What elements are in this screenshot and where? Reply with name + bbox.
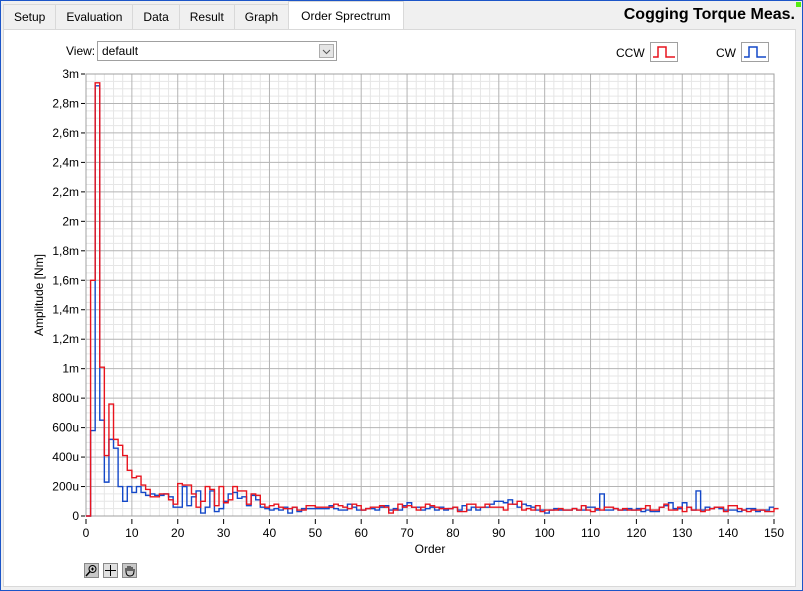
grid-minor: [86, 74, 774, 516]
y-tick-label: 2,2m: [52, 185, 79, 199]
zoom-icon: [85, 565, 97, 577]
y-tick-label: 1,2m: [52, 332, 79, 346]
y-tick-label: 2,6m: [52, 126, 79, 140]
tab-order-spectrum[interactable]: Order Sprectrum: [288, 1, 404, 29]
x-tick-label: 70: [400, 526, 414, 540]
x-axis: 0 10 20 30 40 50 60 70 80 90 100 110 120 130 140 150: [83, 519, 784, 540]
hand-icon: [125, 566, 135, 577]
x-tick-label: 50: [309, 526, 323, 540]
y-tick-label: 2,8m: [52, 96, 79, 110]
zoom-tool-button[interactable]: [84, 563, 99, 578]
crosshair-icon: [105, 565, 116, 576]
x-tick-label: 40: [263, 526, 277, 540]
y-tick-label: 1,4m: [52, 303, 79, 317]
y-tick-label: 1,8m: [52, 244, 79, 258]
x-tick-label: 0: [83, 526, 90, 540]
x-axis-label: Order: [415, 542, 446, 556]
series-cw-line: [86, 85, 774, 517]
x-tick-label: 20: [171, 526, 185, 540]
x-tick-label: 140: [718, 526, 738, 540]
x-tick-label: 100: [535, 526, 555, 540]
y-axis-label: Amplitude [Nm]: [32, 254, 46, 336]
x-tick-label: 130: [672, 526, 692, 540]
y-tick-label: 0: [72, 509, 79, 523]
x-tick-label: 10: [125, 526, 139, 540]
y-tick-label: 3m: [62, 67, 79, 81]
y-tick-label: 800u: [52, 391, 79, 405]
x-tick-label: 60: [355, 526, 369, 540]
y-tick-label: 600u: [52, 421, 79, 435]
cursor-tool-button[interactable]: [103, 563, 118, 578]
y-axis: 0 200u 400u 600u 800u 1m 1,2m 1,4m 1,6m 1,8m 2m 2,2…: [52, 67, 85, 523]
order-spectrum-chart: 0 200u 400u 600u 800u 1m 1,2m 1,4m 1,6m 1,8m 2m 2,2…: [32, 67, 784, 556]
x-tick-label: 120: [626, 526, 646, 540]
y-tick-label: 1m: [62, 362, 79, 376]
x-tick-label: 30: [217, 526, 231, 540]
x-tick-label: 80: [446, 526, 460, 540]
y-tick-label: 2,4m: [52, 155, 79, 169]
x-tick-label: 150: [764, 526, 784, 540]
y-tick-label: 200u: [52, 480, 79, 494]
x-tick-label: 110: [581, 526, 600, 540]
pan-tool-button[interactable]: [122, 563, 137, 578]
y-tick-label: 400u: [52, 450, 79, 464]
x-tick-label: 90: [492, 526, 506, 540]
y-tick-label: 2m: [62, 214, 79, 228]
y-tick-label: 1,6m: [52, 273, 79, 287]
